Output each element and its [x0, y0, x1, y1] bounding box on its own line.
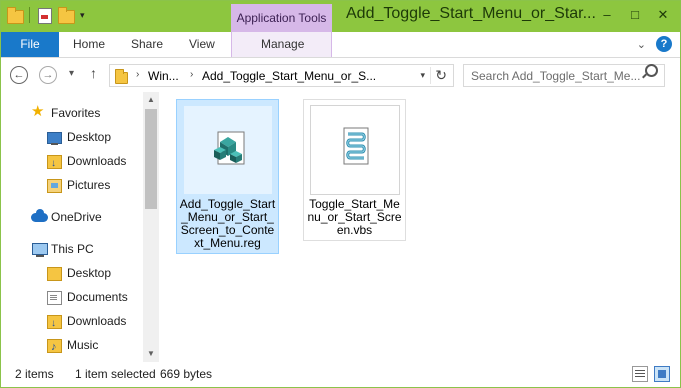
- minimize-button[interactable]: –: [594, 5, 620, 25]
- file-list: Add_Toggle_Start_Menu_or_Start_Screen_to…: [161, 92, 680, 362]
- breadcrumb-windows[interactable]: Win...: [148, 69, 179, 83]
- file-item-vbs[interactable]: Toggle_Start_Menu_or_Start_Screen.vbs: [303, 99, 406, 241]
- tab-home[interactable]: Home: [73, 32, 105, 57]
- new-folder-icon[interactable]: [58, 7, 75, 24]
- address-divider: [430, 67, 431, 84]
- navigation-pane: ★ Favorites Desktop Downloads Pictures O…: [1, 92, 159, 362]
- nav-item-downloads[interactable]: Downloads: [1, 150, 141, 175]
- downloads-folder-icon: [47, 153, 62, 175]
- music-folder-icon: [47, 336, 62, 358]
- nav-item-pc-downloads[interactable]: Downloads: [1, 310, 141, 335]
- breadcrumb-separator[interactable]: ›: [190, 69, 193, 80]
- nav-item-label: Desktop: [67, 130, 112, 144]
- item-count: 2 items: [15, 367, 54, 381]
- tab-view[interactable]: View: [189, 32, 215, 57]
- close-button[interactable]: ✕: [650, 5, 676, 25]
- nav-item-label: Downloads: [67, 154, 127, 168]
- selection-size: 669 bytes: [160, 367, 213, 381]
- quick-access-toolbar: ▾: [7, 7, 85, 24]
- large-icons-view-icon[interactable]: [654, 366, 670, 382]
- back-button[interactable]: ←: [10, 66, 28, 84]
- computer-icon: [32, 243, 48, 257]
- refresh-icon[interactable]: ↻: [435, 67, 447, 84]
- nav-item-label: This PC: [51, 242, 94, 256]
- search-input[interactable]: [463, 64, 665, 87]
- nav-item-documents[interactable]: Documents: [1, 286, 141, 308]
- search-icon[interactable]: [645, 64, 658, 77]
- window-title: Add_Toggle_Start_Menu_or_Star...: [346, 5, 596, 22]
- selection-count: 1 item selected: [75, 367, 156, 381]
- address-dropdown-icon[interactable]: ▾: [420, 70, 425, 81]
- desktop-folder-icon: [47, 267, 62, 281]
- explorer-window: ▾ Application Tools Add_Toggle_Start_Men…: [0, 0, 681, 388]
- scrollbar-thumb[interactable]: [145, 109, 157, 209]
- nav-item-label: Downloads: [67, 314, 127, 328]
- application-tools-context-tab: Application Tools: [231, 4, 332, 32]
- window-controls: – □ ✕: [594, 5, 676, 25]
- file-thumbnail: [182, 105, 273, 195]
- onedrive-icon: [31, 209, 48, 222]
- address-bar[interactable]: › Win... › Add_Toggle_Start_Menu_or_S...…: [109, 64, 454, 87]
- nav-item-label: Desktop: [67, 266, 112, 280]
- file-item-reg[interactable]: Add_Toggle_Start_Menu_or_Start_Screen_to…: [176, 99, 279, 254]
- desktop-icon: [47, 132, 62, 145]
- star-icon: ★: [31, 103, 45, 120]
- breadcrumb-separator[interactable]: ›: [136, 69, 139, 80]
- breadcrumb-current-folder[interactable]: Add_Toggle_Start_Menu_or_S...: [202, 69, 376, 83]
- file-name: Toggle_Start_Menu_or_Start_Screen.vbs: [307, 197, 402, 237]
- recent-locations-icon[interactable]: ▾: [69, 68, 74, 79]
- nav-item-favorites[interactable]: ★ Favorites: [1, 102, 141, 124]
- scroll-down-arrow-icon[interactable]: ▼: [143, 346, 159, 362]
- nav-item-label: Documents: [67, 290, 128, 304]
- forward-button[interactable]: →: [39, 66, 57, 84]
- expand-ribbon-icon[interactable]: ⌄: [637, 38, 646, 51]
- nav-pane-scrollbar[interactable]: ▲ ▼: [143, 92, 159, 362]
- registry-file-icon: [213, 131, 244, 165]
- folder-icon[interactable]: [7, 7, 24, 24]
- nav-item-onedrive[interactable]: OneDrive: [1, 206, 141, 228]
- documents-folder-icon: [47, 291, 62, 305]
- navigation-bar: ← → ▾ ↑ › Win... › Add_Toggle_Start_Menu…: [1, 58, 680, 92]
- details-view-icon[interactable]: [632, 366, 648, 382]
- title-bar: ▾ Application Tools Add_Toggle_Start_Men…: [1, 1, 680, 32]
- pictures-folder-icon: [47, 179, 62, 193]
- downloads-folder-icon: [47, 313, 62, 335]
- nav-item-label: OneDrive: [51, 210, 102, 224]
- qat-divider: [29, 7, 30, 23]
- scroll-up-arrow-icon[interactable]: ▲: [143, 92, 159, 108]
- vbscript-file-icon: [343, 127, 368, 165]
- file-thumbnail: [309, 105, 400, 195]
- up-button[interactable]: ↑: [90, 65, 97, 81]
- file-name: Add_Toggle_Start_Menu_or_Start_Screen_to…: [179, 197, 276, 250]
- nav-item-pictures[interactable]: Pictures: [1, 174, 141, 196]
- ribbon-right-controls: ⌄ ?: [637, 36, 672, 52]
- nav-item-music[interactable]: Music: [1, 334, 141, 358]
- nav-item-this-pc[interactable]: This PC: [1, 238, 141, 260]
- nav-item-label: Pictures: [67, 178, 111, 192]
- tab-share[interactable]: Share: [131, 32, 163, 57]
- address-folder-icon: [115, 69, 129, 84]
- customize-qat-icon[interactable]: ▾: [80, 10, 85, 21]
- nav-item-label: Music: [67, 338, 99, 352]
- ribbon-tabs: File Home Share View Manage ⌄ ?: [1, 32, 680, 58]
- maximize-button[interactable]: □: [622, 5, 648, 25]
- nav-item-desktop[interactable]: Desktop: [1, 126, 141, 148]
- properties-icon[interactable]: [36, 7, 52, 24]
- tab-manage[interactable]: Manage: [261, 32, 304, 57]
- status-bar: 2 items 1 item selected 669 bytes: [1, 362, 680, 387]
- help-icon[interactable]: ?: [656, 36, 672, 52]
- nav-item-pc-desktop[interactable]: Desktop: [1, 262, 141, 284]
- tab-file[interactable]: File: [1, 32, 59, 57]
- nav-item-label: Favorites: [51, 106, 101, 120]
